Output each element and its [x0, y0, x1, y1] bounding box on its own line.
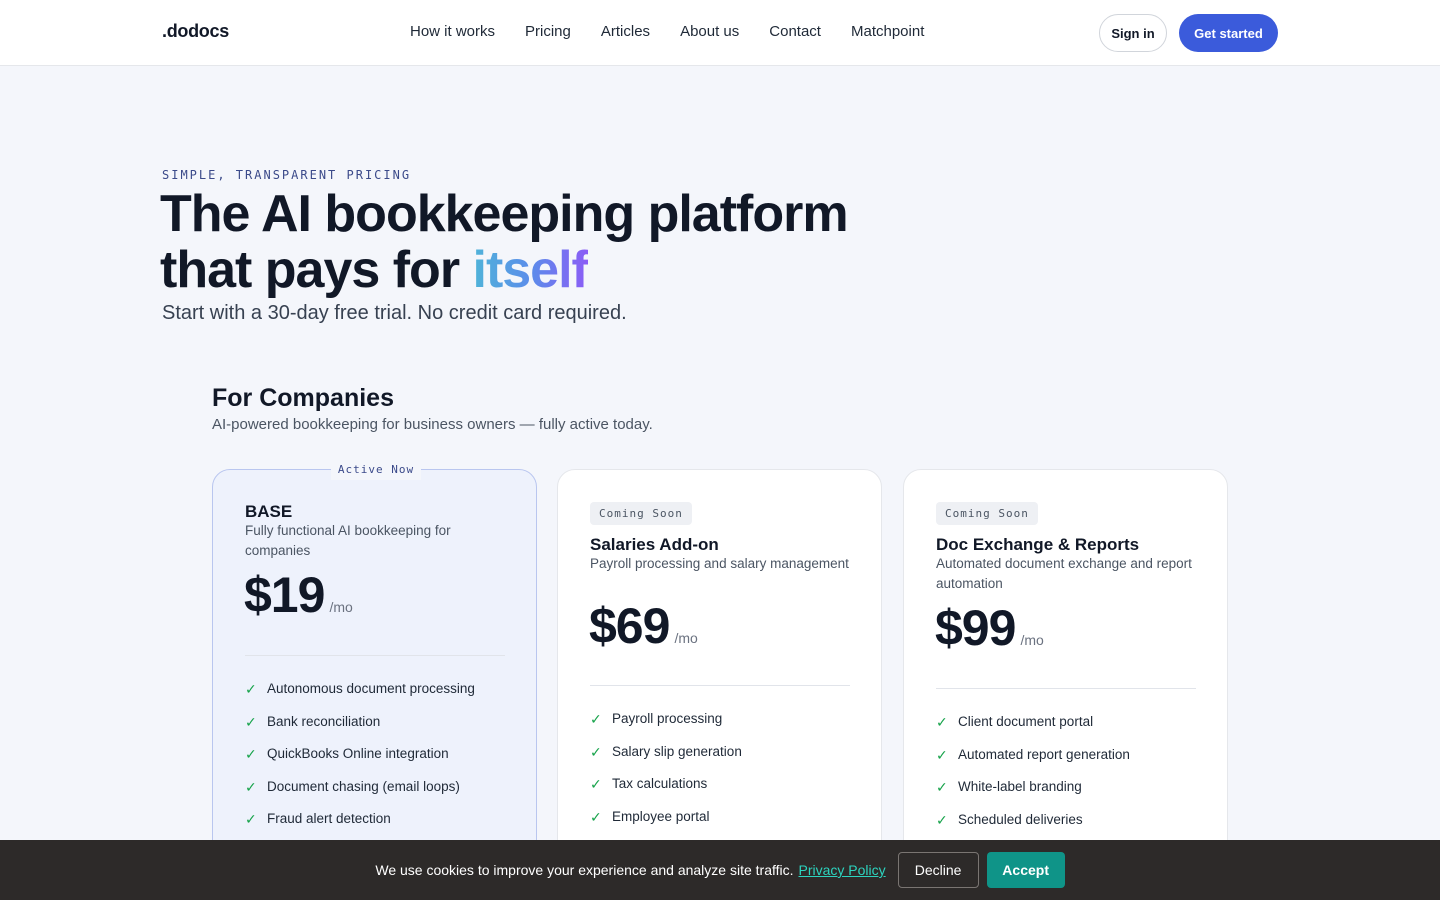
feature-item: ✓ Salary slip generation [590, 744, 742, 777]
active-now-badge: Active Now [331, 458, 421, 480]
feature-item: ✓ Bank reconciliation [245, 714, 475, 747]
feature-item: ✓ Client document portal [936, 714, 1130, 747]
main-nav: How it works Pricing Articles About us C… [410, 23, 924, 40]
check-icon: ✓ [936, 811, 948, 828]
page-headline: The AI bookkeeping platform that pays fo… [160, 186, 960, 298]
check-icon: ✓ [936, 746, 948, 763]
check-icon: ✓ [590, 743, 602, 760]
feature-item: ✓ Automated report generation [936, 747, 1130, 780]
plan-price: $19 /mo [244, 566, 353, 624]
feature-label: Payroll processing [612, 711, 723, 726]
headline-line-2: that pays for [160, 241, 473, 299]
plan-description: Fully functional AI bookkeeping for comp… [245, 523, 451, 558]
price-period: /mo [674, 630, 698, 646]
section-subtitle: AI-powered bookkeeping for business owne… [212, 416, 653, 433]
card-divider [590, 685, 850, 686]
feature-item: ✓ White-label branding [936, 779, 1130, 812]
feature-item: ✓ Autonomous document processing [245, 681, 475, 714]
feature-label: Autonomous document processing [267, 681, 475, 696]
hero-subheading: Start with a 30-day free trial. No credi… [162, 302, 627, 324]
pricing-card-base: Active Now BASE Fully functional AI book… [212, 458, 537, 900]
card-divider [245, 655, 505, 656]
cookie-message: We use cookies to improve your experienc… [375, 862, 794, 878]
feature-label: Bank reconciliation [267, 713, 381, 729]
check-icon: ✓ [590, 808, 602, 825]
check-icon: ✓ [936, 714, 948, 730]
coming-soon-badge: Coming Soon [590, 502, 692, 525]
feature-label: Tax calculations [612, 776, 708, 791]
plan-price: $99 /mo [935, 599, 1044, 657]
nav-link-contact[interactable]: Contact [769, 23, 821, 40]
feature-label: Fraud alert detection [267, 811, 391, 826]
price-amount: $99 [935, 600, 1016, 656]
nav-link-how-it-works[interactable]: How it works [410, 23, 495, 40]
check-icon: ✓ [590, 776, 602, 792]
logo[interactable]: .dodocs [162, 21, 229, 42]
feature-label: Client document portal [958, 714, 1094, 729]
feature-item: ✓ Payroll processing [590, 711, 742, 744]
nav-link-about-us[interactable]: About us [680, 23, 739, 40]
sign-in-button[interactable]: Sign in [1099, 14, 1167, 52]
feature-label: Employee portal [612, 808, 710, 824]
price-period: /mo [329, 599, 353, 615]
feature-list: ✓ Payroll processing ✓ Salary slip generat… [590, 711, 742, 841]
privacy-policy-link[interactable]: Privacy Policy [799, 862, 886, 878]
nav-link-matchpoint[interactable]: Matchpoint [851, 23, 924, 40]
nav-link-articles[interactable]: Articles [601, 23, 650, 40]
price-amount: $69 [589, 598, 670, 654]
price-period: /mo [1020, 632, 1044, 648]
pricing-card-salaries: Coming Soon Salaries Add-on Payroll proc… [557, 469, 882, 900]
feature-item: ✓ QuickBooks Online integration [245, 746, 475, 779]
feature-label: White-label branding [958, 779, 1082, 794]
plan-price: $69 /mo [589, 597, 698, 655]
cookie-consent-bar: We use cookies to improve your experienc… [0, 840, 1440, 900]
feature-label: Salary slip generation [612, 743, 742, 759]
headline-line-1: The AI bookkeeping platform [160, 185, 849, 243]
top-navigation-bar: .dodocs How it works Pricing Articles Ab… [0, 0, 1440, 66]
feature-list: ✓ Client document portal ✓ Automated repor… [936, 714, 1130, 844]
check-icon: ✓ [590, 711, 602, 727]
price-amount: $19 [244, 567, 325, 623]
nav-link-pricing[interactable]: Pricing [525, 23, 571, 40]
section-title: For Companies [212, 384, 394, 412]
feature-item: ✓ Employee portal [590, 809, 742, 842]
coming-soon-badge: Coming Soon [936, 502, 1038, 525]
feature-item: ✓ Tax calculations [590, 776, 742, 809]
check-icon: ✓ [245, 811, 257, 827]
feature-list: ✓ Autonomous document processing ✓ Bank re… [245, 681, 475, 844]
check-icon: ✓ [245, 746, 257, 762]
feature-label: Document chasing (email loops) [267, 778, 460, 794]
plan-description: Payroll processing and salary management [590, 556, 849, 571]
plan-name: BASE [245, 502, 293, 521]
check-icon: ✓ [245, 681, 257, 697]
feature-label: Scheduled deliveries [958, 811, 1083, 827]
decline-button[interactable]: Decline [897, 852, 979, 888]
check-icon: ✓ [936, 779, 948, 795]
card-divider [936, 688, 1196, 689]
pricing-eyebrow: SIMPLE, TRANSPARENT PRICING [162, 168, 412, 182]
feature-item: ✓ Document chasing (email loops) [245, 779, 475, 812]
plan-name: Doc Exchange & Reports [936, 535, 1140, 554]
check-icon: ✓ [245, 713, 257, 730]
plan-description: Automated document exchange and report a… [936, 556, 1192, 591]
check-icon: ✓ [245, 778, 257, 795]
headline-highlight: itself [472, 241, 589, 299]
feature-item: ✓ Fraud alert detection [245, 811, 475, 844]
feature-label: QuickBooks Online integration [267, 746, 449, 761]
plan-name: Salaries Add-on [590, 535, 719, 554]
accept-button[interactable]: Accept [986, 852, 1065, 888]
pricing-card-doc-exchange: Coming Soon Doc Exchange & Reports Autom… [903, 469, 1228, 900]
get-started-button[interactable]: Get started [1179, 14, 1278, 52]
feature-label: Automated report generation [958, 746, 1130, 762]
